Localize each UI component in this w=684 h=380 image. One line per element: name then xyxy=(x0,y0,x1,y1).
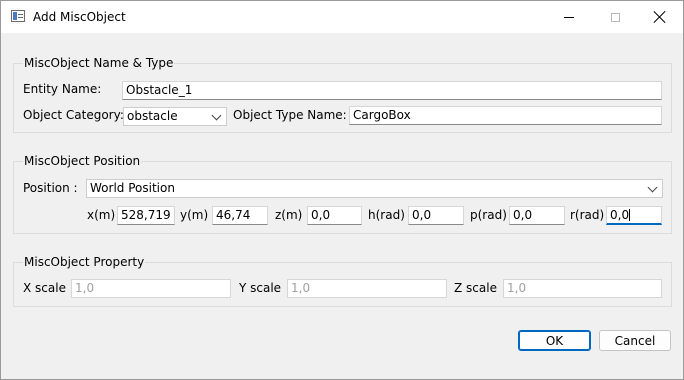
cancel-button[interactable]: Cancel xyxy=(599,330,671,351)
app-icon xyxy=(11,10,25,22)
name-type-group-title: MiscObject Name & Type xyxy=(23,56,175,70)
object-category-value: obstacle xyxy=(127,109,178,123)
y-label: y(m) xyxy=(180,208,209,222)
chevron-down-icon xyxy=(647,182,658,193)
close-button[interactable] xyxy=(637,1,683,33)
entity-name-label: Entity Name: xyxy=(23,82,102,96)
y-scale-label: Y scale xyxy=(239,281,282,295)
text-caret xyxy=(629,209,631,221)
r-label: r(rad) xyxy=(570,208,605,222)
x-label: x(m) xyxy=(87,208,116,222)
object-category-label: Object Category: xyxy=(23,108,124,122)
object-category-select[interactable]: obstacle xyxy=(123,107,227,126)
maximize-button xyxy=(592,1,638,33)
window-title: Add MiscObject xyxy=(33,10,126,24)
x-field[interactable]: 528,719 xyxy=(117,206,175,225)
entity-name-field[interactable]: Obstacle_1 xyxy=(122,81,662,100)
y-field[interactable]: 46,74 xyxy=(212,206,268,225)
z-label: z(m) xyxy=(275,208,303,222)
x-scale-field: 1,0 xyxy=(71,279,231,298)
title-bar: Add MiscObject xyxy=(1,1,683,33)
property-group-title: MiscObject Property xyxy=(23,255,146,269)
dialog-window: Add MiscObject MiscObject Name & Type En… xyxy=(0,0,684,380)
z-scale-field: 1,0 xyxy=(503,279,662,298)
p-label: p(rad) xyxy=(470,208,507,222)
minimize-button[interactable] xyxy=(546,1,592,33)
y-scale-field: 1,0 xyxy=(287,279,447,298)
position-type-value: World Position xyxy=(90,181,175,195)
h-field[interactable]: 0,0 xyxy=(408,206,464,225)
r-field[interactable]: 0,0 xyxy=(606,206,662,225)
z-scale-label: Z scale xyxy=(454,281,497,295)
ok-button[interactable]: OK xyxy=(518,330,591,351)
position-type-select[interactable]: World Position xyxy=(86,179,663,198)
x-scale-label: X scale xyxy=(23,281,66,295)
close-icon xyxy=(654,11,666,23)
maximize-icon xyxy=(610,12,620,22)
chevron-down-icon xyxy=(211,110,222,121)
position-group-title: MiscObject Position xyxy=(23,154,142,168)
z-field[interactable]: 0,0 xyxy=(307,206,362,225)
minimize-icon xyxy=(564,16,574,18)
position-label: Position : xyxy=(23,181,78,195)
p-field[interactable]: 0,0 xyxy=(509,206,565,225)
h-label: h(rad) xyxy=(368,208,405,222)
object-type-label: Object Type Name: xyxy=(233,108,347,122)
object-type-field[interactable]: CargoBox xyxy=(349,106,662,125)
r-field-value: 0,0 xyxy=(610,208,630,222)
